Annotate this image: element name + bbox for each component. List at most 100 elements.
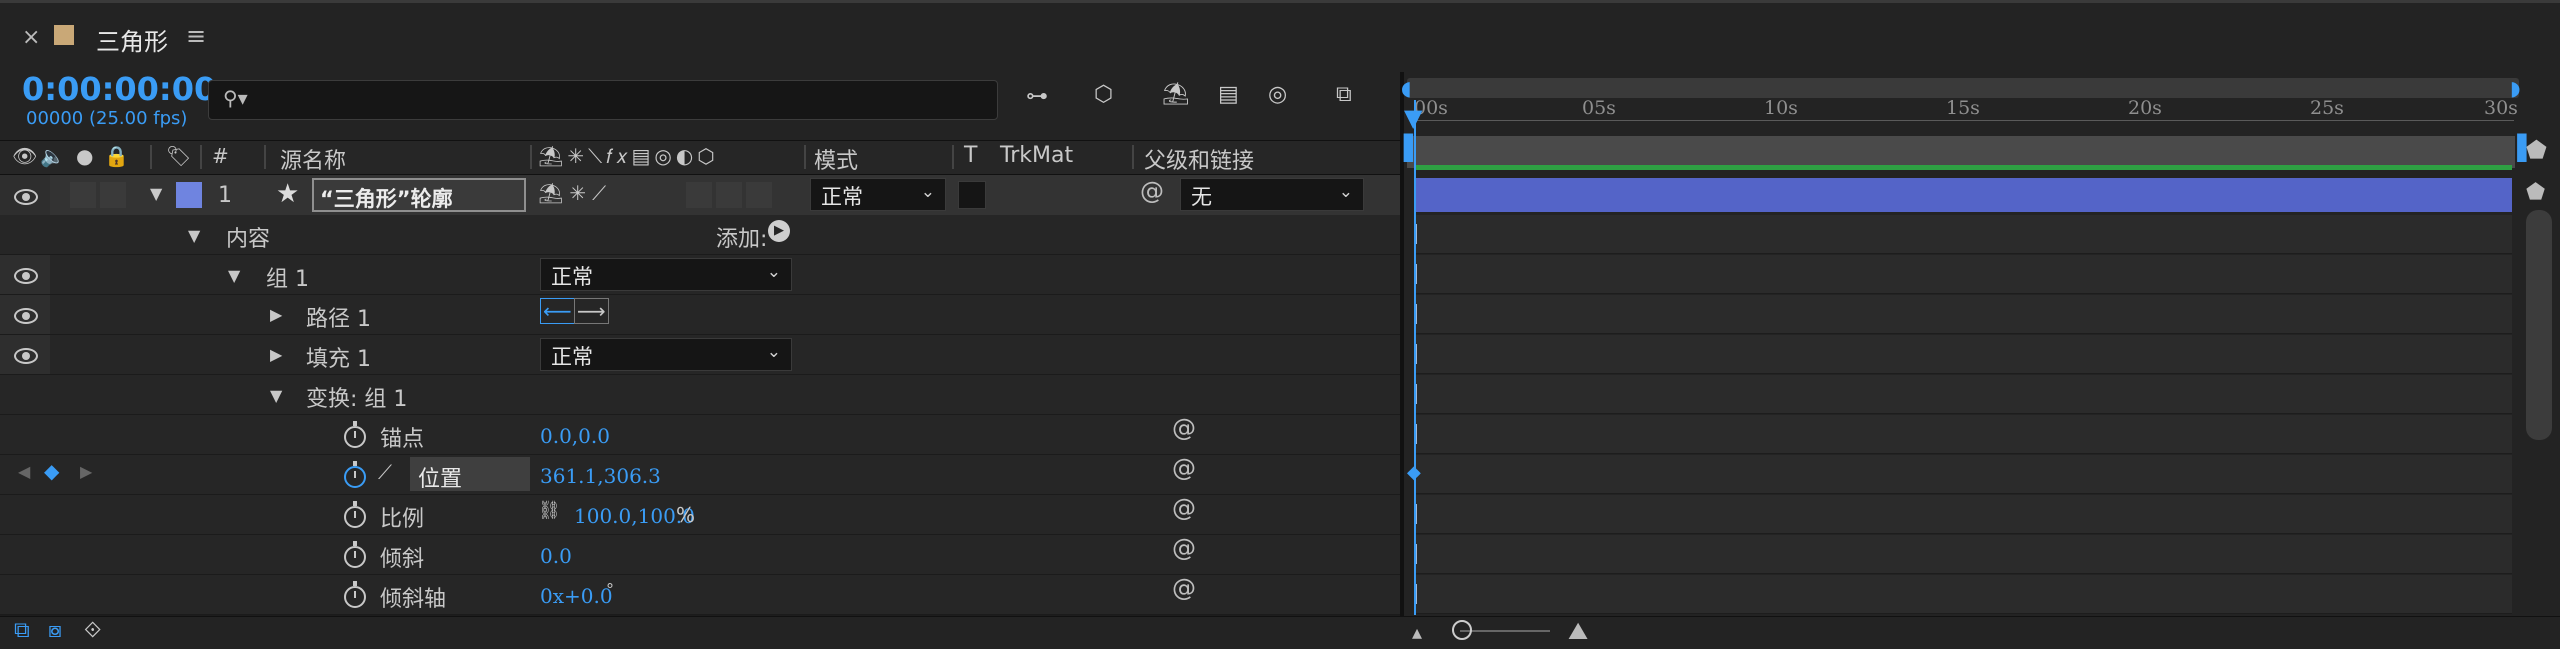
position-label: 位置	[418, 467, 463, 492]
lock-switch-icon[interactable]: 🔒	[104, 144, 129, 168]
stopwatch-icon[interactable]	[344, 541, 366, 568]
vertical-scrollbar[interactable]	[2526, 210, 2552, 440]
fill-label: 填充 1	[306, 347, 371, 372]
layer-duration-bar[interactable]	[1414, 178, 2512, 212]
expand-group-icon[interactable]: ▼	[228, 266, 240, 285]
in-out-toggle-icon[interactable]: ⟐	[84, 618, 101, 643]
panel-menu-icon[interactable]: ≡	[186, 22, 206, 50]
composition-tab-title[interactable]: 三角形	[96, 22, 168, 57]
column-number[interactable]: #	[212, 144, 229, 168]
transfer-controls-toggle-icon[interactable]: ⧇	[48, 618, 62, 643]
graph-icon[interactable]: ⟋	[378, 460, 392, 484]
fill-mode-dropdown[interactable]: 正常 ⌄	[540, 338, 792, 371]
group-visibility-toggle[interactable]	[0, 255, 50, 294]
keyframe-diamond-icon[interactable]: ◆	[44, 459, 59, 483]
column-mode[interactable]: 模式	[814, 143, 858, 175]
skew-value[interactable]: 0.0	[540, 544, 572, 568]
expression-pickwhip-icon[interactable]: @	[1172, 494, 1196, 522]
column-trkmat[interactable]: TrkMat	[1000, 143, 1073, 168]
layer-name: “三角形”轮廓	[320, 187, 453, 211]
fill-visibility-toggle[interactable]	[0, 335, 50, 374]
expression-pickwhip-icon[interactable]: @	[1172, 574, 1196, 602]
anchor-value[interactable]: 0.0,0.0	[540, 424, 610, 448]
motion-blur-icon[interactable]: ◎	[1268, 82, 1287, 107]
composition-flowchart-icon[interactable]: ⊶	[1026, 84, 1048, 109]
layer-switch-icons[interactable]: ⛱✳⟋	[538, 181, 612, 205]
zoom-out-icon[interactable]: ▴	[1412, 620, 1422, 644]
shy-layers-icon[interactable]: ⛱	[1162, 82, 1190, 107]
video-switch-icon[interactable]: 👁	[12, 144, 37, 168]
layer-switches-icons[interactable]: ⛱✳⟍𝑓𝑥▤◎◐⬡	[538, 144, 719, 168]
stopwatch-icon[interactable]	[344, 421, 366, 448]
expression-pickwhip-icon[interactable]: @	[1172, 414, 1196, 442]
next-keyframe-icon[interactable]: ▶	[80, 462, 92, 481]
path-visibility-toggle[interactable]	[0, 295, 50, 334]
layer-switches-toggle-icon[interactable]: ⧉	[14, 618, 30, 643]
expand-fill-icon[interactable]: ▶	[270, 345, 282, 364]
timeline-track	[1414, 415, 2512, 454]
expand-layer-icon[interactable]: ▼	[150, 184, 162, 203]
column-separator	[952, 145, 954, 169]
playhead-handle[interactable]: ▼	[1404, 104, 1422, 132]
zoom-in-icon[interactable]: ⛰	[1568, 617, 1588, 645]
label-column-icon[interactable]: 🏷	[166, 144, 191, 168]
chevron-down-icon: ⌄	[1338, 182, 1353, 202]
work-area-end-handle[interactable]: ▐	[2508, 134, 2526, 162]
layer-switch-box[interactable]	[716, 182, 742, 208]
path-direction-reverse-icon[interactable]: ⟶	[574, 298, 609, 324]
column-separator	[264, 145, 266, 169]
search-icon: ⚲▾	[223, 86, 248, 110]
layer-label-color[interactable]	[176, 182, 202, 208]
current-time-display[interactable]: 0:00:00:00	[22, 70, 216, 108]
add-menu-play-icon[interactable]: ▶	[768, 220, 790, 242]
stopwatch-icon[interactable]	[344, 501, 366, 528]
layer-switch-box[interactable]	[746, 182, 772, 208]
skew-axis-label: 倾斜轴	[380, 587, 447, 612]
audio-switch-icon[interactable]: 🔈	[40, 144, 65, 168]
expression-pickwhip-icon[interactable]: @	[1172, 454, 1196, 482]
path-direction-icon[interactable]: ⟵	[540, 298, 575, 324]
layer-marker-icon[interactable]: ⬟	[2526, 180, 2545, 205]
close-tab-icon[interactable]: ×	[22, 25, 40, 50]
zoom-slider-track[interactable]	[1460, 630, 1550, 632]
layer-audio-box[interactable]	[70, 182, 96, 208]
constrain-proportions-icon[interactable]: ⛓	[538, 500, 561, 521]
stopwatch-icon[interactable]	[344, 581, 366, 608]
expand-path-icon[interactable]: ▶	[270, 305, 282, 324]
column-source-name[interactable]: 源名称	[280, 143, 346, 175]
column-parent-link[interactable]: 父级和链接	[1144, 143, 1254, 175]
parent-value: 无	[1191, 185, 1212, 209]
parent-pickwhip-icon[interactable]: @	[1140, 177, 1164, 205]
parent-dropdown[interactable]: 无 ⌄	[1180, 178, 1364, 211]
time-navigator-bar[interactable]	[1407, 78, 2519, 98]
group-mode-dropdown[interactable]: 正常 ⌄	[540, 258, 792, 291]
search-input[interactable]: ⚲▾	[208, 80, 998, 120]
group-mode-value: 正常	[551, 265, 593, 289]
expression-pickwhip-icon[interactable]: @	[1172, 534, 1196, 562]
scale-unit: %	[676, 503, 696, 527]
skew-axis-value[interactable]: 0x+0.0	[540, 584, 613, 608]
layer-visibility-toggle[interactable]	[0, 175, 50, 215]
position-label-highlight[interactable]: 位置	[410, 457, 530, 492]
expand-contents-icon[interactable]: ▼	[188, 226, 200, 245]
timeline-track	[1414, 255, 2512, 294]
work-area-bar[interactable]	[1407, 136, 2515, 168]
solo-switch-icon[interactable]: ●	[76, 144, 93, 168]
graph-editor-icon[interactable]: ⧉	[1336, 82, 1352, 107]
trkmat-box[interactable]	[958, 181, 986, 209]
stopwatch-active-icon[interactable]	[344, 461, 366, 488]
expand-transform-icon[interactable]: ▼	[270, 386, 282, 405]
zoom-slider-thumb[interactable]	[1452, 620, 1472, 640]
prev-keyframe-icon[interactable]: ◀	[18, 462, 30, 481]
layer-solo-box[interactable]	[100, 182, 126, 208]
layer-name-field[interactable]: “三角形”轮廓	[312, 178, 526, 212]
navigator-start-handle[interactable]: ◖	[1401, 76, 1412, 100]
frame-blending-icon[interactable]: ▤	[1218, 82, 1239, 107]
comp-marker-bin-icon[interactable]: ⬟	[2526, 136, 2547, 164]
layer-mode-dropdown[interactable]: 正常 ⌄	[810, 178, 946, 211]
draft-3d-icon[interactable]: ⬡	[1094, 82, 1113, 107]
position-value[interactable]: 361.1,306.3	[540, 464, 661, 488]
ruler-tick-label: 20s	[2128, 97, 2162, 119]
column-t[interactable]: T	[964, 143, 977, 168]
layer-switch-box[interactable]	[686, 182, 712, 208]
